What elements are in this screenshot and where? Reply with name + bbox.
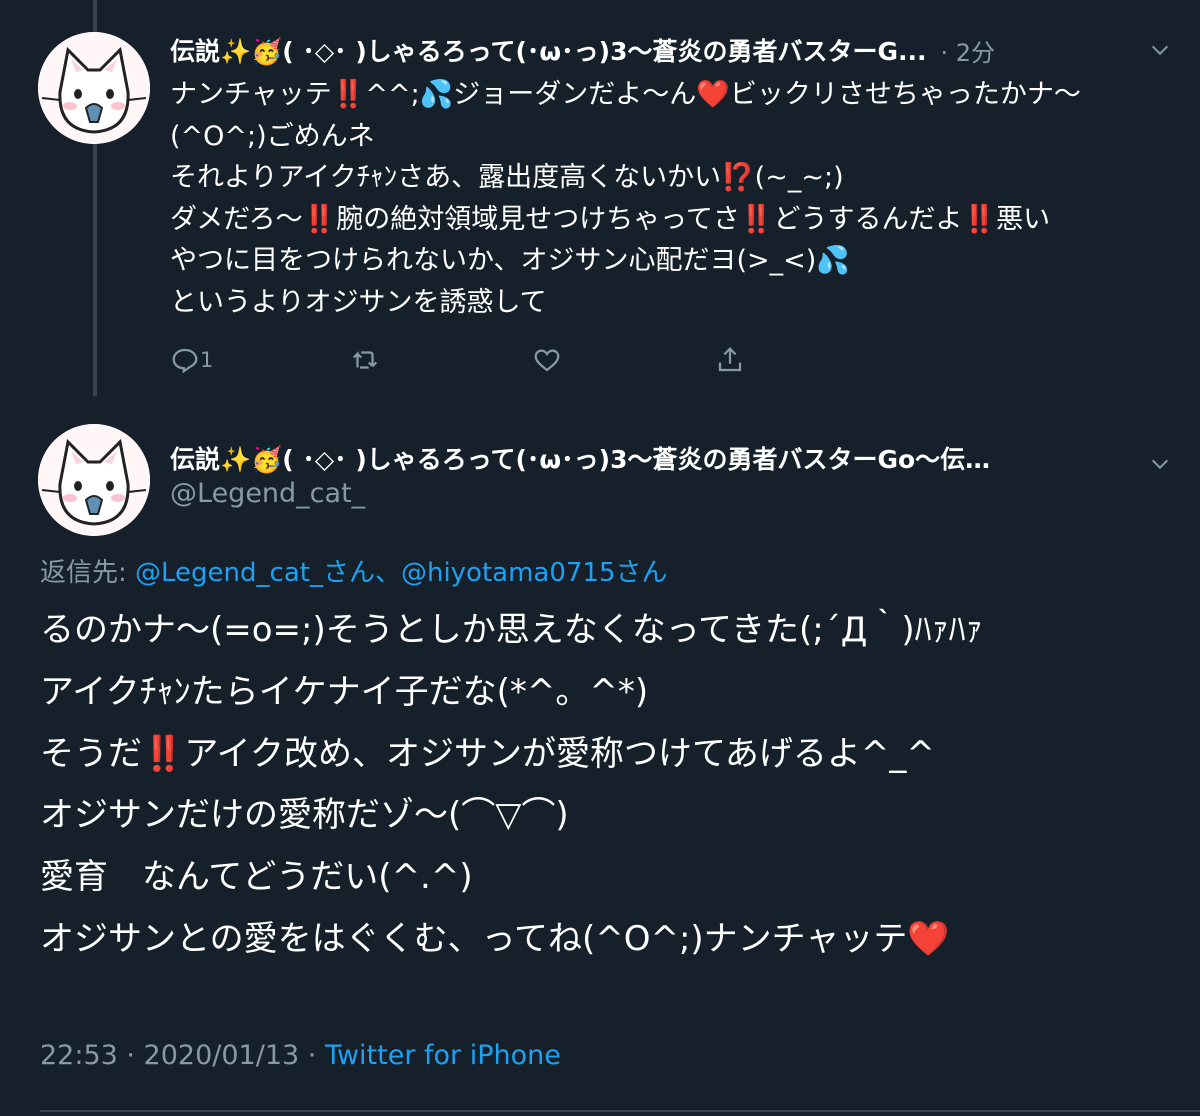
reply-count: 1: [200, 348, 214, 372]
tweet-line: オジサンとの愛をはぐくむ、ってね(^O^;)ナンチャッテ❤️: [40, 918, 950, 959]
avatar[interactable]: [38, 32, 150, 144]
retweet-icon: [352, 351, 378, 369]
tweet-text: るのかナ〜(=o=;)そうとしか思えなくなってきた(;´Д｀)ﾊｧﾊｧ アイクﾁ…: [40, 600, 1180, 971]
source-link[interactable]: Twitter for iPhone: [325, 1040, 561, 1071]
share-icon: [718, 347, 742, 372]
like-button[interactable]: [532, 336, 562, 384]
reply-button[interactable]: 1: [170, 336, 213, 384]
tweet-line: ナンチャッテ‼️^^;💦ジョーダンだよ〜ん❤️ビックリさせちゃったかナ〜: [170, 79, 1081, 110]
reply-icon: [172, 348, 198, 374]
like-icon: [534, 349, 560, 372]
tweet-line: 愛育 なんてどうだい(^.^): [40, 857, 473, 898]
tweet-line: るのかナ〜(=o=;)そうとしか思えなくなってきた(;´Д｀)ﾊｧﾊｧ: [40, 610, 983, 650]
tweet-text: ナンチャッテ‼️^^;💦ジョーダンだよ〜ん❤️ビックリさせちゃったかナ〜 (^O…: [170, 74, 1170, 323]
replying-label: 返信先:: [40, 558, 127, 588]
relative-time[interactable]: · 2分: [940, 33, 995, 68]
display-name[interactable]: 伝説✨🥳( ･◇･ )しゃるろって(･ω･っ)3〜蒼炎の勇者バスターG...: [170, 32, 926, 68]
cat-avatar-icon: [38, 32, 150, 144]
chevron-down-icon: [1151, 45, 1169, 56]
divider: [40, 1110, 1200, 1112]
chevron-down-icon: [1151, 459, 1169, 470]
cat-avatar-icon: [38, 424, 150, 536]
tweet-menu-button[interactable]: [1140, 444, 1180, 484]
timestamp[interactable]: 22:53 · 2020/01/13 ·: [40, 1040, 325, 1071]
replying-to-link[interactable]: @Legend_cat_さん、@hiyotama0715さん: [135, 558, 667, 588]
replying-to: 返信先: @Legend_cat_さん、@hiyotama0715さん: [40, 552, 668, 589]
tweet-line: やつに目をつけられないか、オジサン心配だヨ(>_<)💦: [170, 245, 850, 276]
tweet-line: ダメだろ〜‼️腕の絶対領域見せつけちゃってさ‼️どうするんだよ‼️悪い: [170, 203, 1051, 235]
tweet-actions: 1: [170, 336, 770, 384]
tweet-line: アイクﾁｬﾝたらイケナイ子だな(*^。^*): [40, 671, 649, 712]
tweet-line: それよりアイクﾁｬﾝさあ、露出度高くないかい⁉️(~_~;): [170, 162, 844, 193]
tweet-line: (^O^;)ごめんネ: [170, 120, 375, 152]
user-handle[interactable]: @Legend_cat_: [170, 478, 365, 509]
avatar[interactable]: [38, 424, 150, 536]
share-button[interactable]: [715, 336, 745, 384]
tweet-meta: 22:53 · 2020/01/13 · Twitter for iPhone: [40, 1040, 561, 1071]
tweet-line: オジサンだけの愛称だゾ〜(⌒▽⌒): [40, 795, 569, 836]
retweet-button[interactable]: [350, 336, 380, 384]
tweet-header: 伝説✨🥳( ･◇･ )しゃるろって(･ω･っ)3〜蒼炎の勇者バスターG... ·…: [170, 30, 1170, 70]
tweet-menu-button[interactable]: [1140, 30, 1180, 70]
display-name[interactable]: 伝説✨🥳( ･◇･ )しゃるろって(･ω･っ)3〜蒼炎の勇者バスターGo〜伝…: [170, 440, 1130, 476]
tweet-line: というよりオジサンを誘惑して: [170, 286, 547, 318]
tweet-line: そうだ‼️アイク改め、オジサンが愛称つけてあげるよ^_^: [40, 733, 935, 774]
